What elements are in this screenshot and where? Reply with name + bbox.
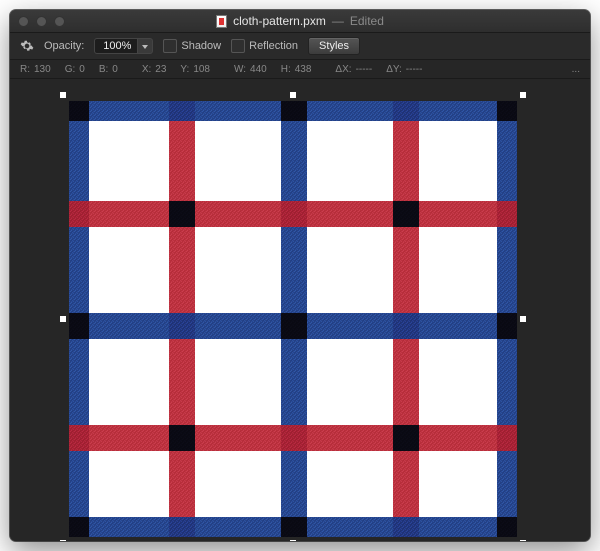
opacity-label: Opacity: [44,40,84,52]
opacity-field[interactable]: 100% [94,38,153,54]
app-window: cloth-pattern.pxm — Edited Opacity: 100%… [10,10,590,541]
h-label: H: [281,64,291,75]
close-button[interactable] [18,16,29,27]
dx-value: ----- [356,64,373,75]
b-label: B: [99,64,108,75]
checkbox-icon[interactable] [231,39,245,53]
h-value: 438 [295,64,312,75]
resize-handle-tr[interactable] [520,92,526,98]
resize-handle-bl[interactable] [60,540,66,541]
title-separator: — [332,14,344,28]
document-icon [216,15,227,28]
info-bar: R:130 G:0 B:0 X:23 Y:108 W:440 H:438 ΔX:… [10,60,590,79]
w-value: 440 [250,64,267,75]
w-label: W: [234,64,246,75]
opacity-stepper[interactable] [138,38,153,54]
b-value: 0 [112,64,118,75]
gear-icon[interactable] [20,39,34,53]
traffic-lights [18,16,65,27]
shadow-checkbox[interactable]: Shadow [163,39,221,53]
resize-handle-tl[interactable] [60,92,66,98]
resize-handle-br[interactable] [520,540,526,541]
g-label: G: [65,64,76,75]
resize-handle-bm[interactable] [290,540,296,541]
resize-handle-mr[interactable] [520,316,526,322]
dy-label: ΔY: [386,64,402,75]
y-value: 108 [193,64,210,75]
styles-button[interactable]: Styles [308,37,360,55]
resize-handle-tm[interactable] [290,92,296,98]
r-label: R: [20,64,30,75]
g-value: 0 [79,64,85,75]
titlebar[interactable]: cloth-pattern.pxm — Edited [10,10,590,33]
filename-label: cloth-pattern.pxm [233,14,326,28]
opacity-value[interactable]: 100% [94,38,138,54]
zoom-button[interactable] [54,16,65,27]
x-value: 23 [155,64,166,75]
minimize-button[interactable] [36,16,47,27]
r-value: 130 [34,64,51,75]
canvas-area[interactable] [10,79,590,541]
edited-label: Edited [350,14,384,28]
more-indicator[interactable]: ... [572,64,580,75]
shadow-label: Shadow [181,40,221,52]
x-label: X: [142,64,151,75]
reflection-checkbox[interactable]: Reflection [231,39,298,53]
reflection-label: Reflection [249,40,298,52]
resize-handle-ml[interactable] [60,316,66,322]
window-title: cloth-pattern.pxm — Edited [216,14,384,28]
selection-bounds[interactable] [63,95,523,541]
checkbox-icon[interactable] [163,39,177,53]
chevron-down-icon [142,45,148,49]
options-bar: Opacity: 100% Shadow Reflection Styles [10,33,590,60]
dx-label: ΔX: [335,64,351,75]
dy-value: ----- [406,64,423,75]
y-label: Y: [180,64,189,75]
canvas-content[interactable] [69,101,517,537]
